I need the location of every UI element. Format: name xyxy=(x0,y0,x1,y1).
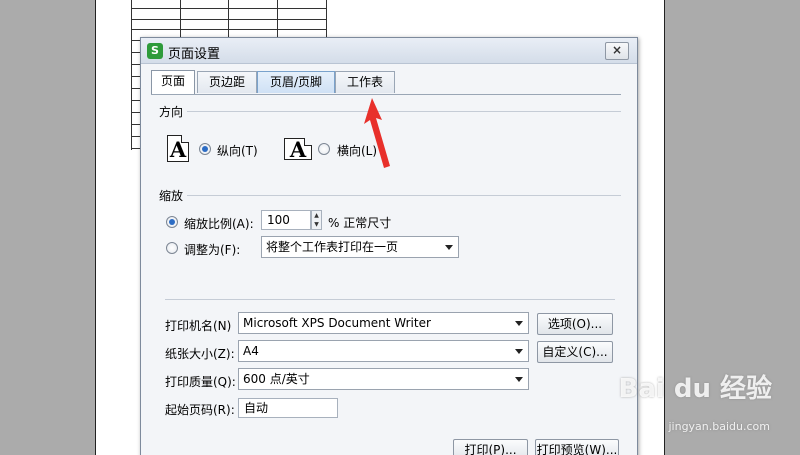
printer-divider xyxy=(165,299,615,300)
fit-select-value: 将整个工作表打印在一页 xyxy=(266,240,399,254)
chevron-down-icon xyxy=(445,245,453,250)
fit-label[interactable]: 调整为(F): xyxy=(184,241,240,258)
orientation-heading: 方向 xyxy=(159,105,184,119)
paper-size-label: 纸张大小(Z): xyxy=(165,347,235,361)
baidu-watermark: Bai du 经验 xyxy=(618,374,773,404)
tab-header-footer[interactable]: 页眉/页脚 xyxy=(257,71,335,93)
custom-paper-button[interactable]: 自定义(C)... xyxy=(537,341,613,363)
paper-size-value: A4 xyxy=(243,344,259,358)
dialog-title: 页面设置 xyxy=(168,47,221,62)
print-quality-select[interactable]: 600 点/英寸 xyxy=(238,368,529,390)
scale-label[interactable]: 缩放比例(A): xyxy=(184,215,254,232)
paper-size-select[interactable]: A4 xyxy=(238,340,529,362)
close-button[interactable]: × xyxy=(605,42,629,60)
dialog-titlebar[interactable]: S 页面设置 × xyxy=(141,38,637,64)
tab-margins[interactable]: 页边距 xyxy=(197,71,257,93)
landscape-radio[interactable] xyxy=(318,143,330,155)
tab-page[interactable]: 页面 xyxy=(151,70,195,94)
printer-options-button[interactable]: 选项(O)... xyxy=(537,313,613,335)
chevron-down-icon xyxy=(515,377,523,382)
wps-app-icon: S xyxy=(147,43,163,59)
tab-worksheet[interactable]: 工作表 xyxy=(335,71,395,93)
scale-input[interactable]: 100 xyxy=(261,210,311,230)
portrait-radio[interactable] xyxy=(199,143,211,155)
portrait-label[interactable]: 纵向(T) xyxy=(217,142,258,159)
fit-radio[interactable] xyxy=(166,242,178,254)
start-page-input[interactable]: 自动 xyxy=(238,398,338,418)
start-page-label: 起始页码(R): xyxy=(165,403,235,417)
watermark-url: jingyan.baidu.com xyxy=(668,420,770,433)
fit-select[interactable]: 将整个工作表打印在一页 xyxy=(261,236,459,258)
chevron-down-icon xyxy=(515,321,523,326)
landscape-page-icon: A xyxy=(284,138,312,161)
portrait-page-icon: A xyxy=(167,135,189,162)
print-quality-label: 打印质量(Q): xyxy=(165,375,236,389)
print-button[interactable]: 打印(P)... xyxy=(453,439,528,455)
chevron-down-icon xyxy=(515,349,523,354)
printer-name-label: 打印机名(N) xyxy=(165,319,232,333)
scaling-divider xyxy=(187,195,621,196)
print-quality-value: 600 点/英寸 xyxy=(243,372,310,386)
scale-radio[interactable] xyxy=(166,216,178,228)
print-preview-button[interactable]: 打印预览(W)... xyxy=(535,439,619,455)
printer-select-value: Microsoft XPS Document Writer xyxy=(243,316,431,330)
scale-suffix: % 正常尺寸 xyxy=(328,216,392,230)
scale-spinner[interactable]: ▲ ▼ xyxy=(311,210,322,230)
printer-select[interactable]: Microsoft XPS Document Writer xyxy=(238,312,529,334)
tab-panel-border xyxy=(151,94,621,95)
scaling-heading: 缩放 xyxy=(159,189,184,203)
arrow-shape xyxy=(364,98,390,168)
red-arrow-annotation xyxy=(364,98,390,168)
